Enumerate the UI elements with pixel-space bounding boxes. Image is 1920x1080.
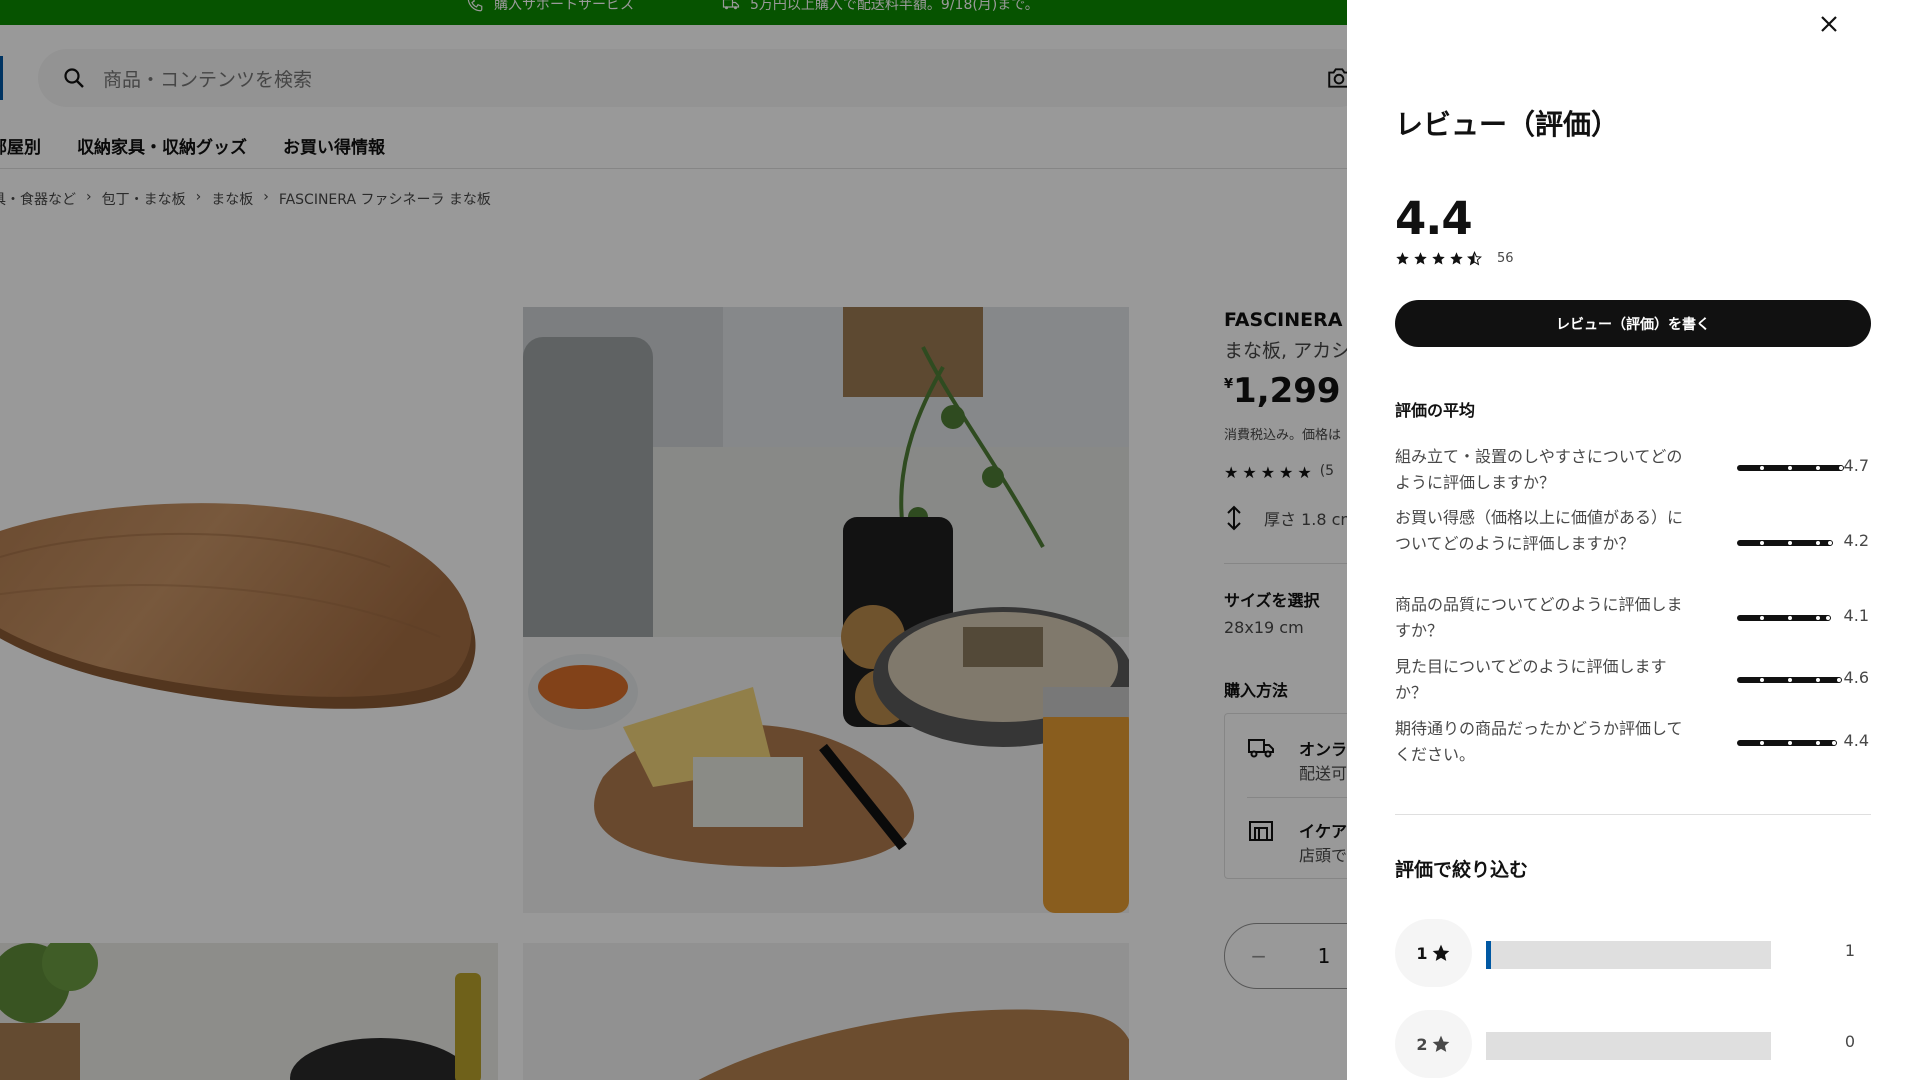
criterion-value: 4.7: [1843, 456, 1869, 475]
average-stars: 56: [1395, 251, 1514, 266]
criterion-score-bar: [1737, 740, 1837, 746]
bar-dot: [1788, 741, 1792, 745]
criterion-value: 4.6: [1843, 668, 1869, 687]
criterion-question: お買い得感（価格以上に価値がある）についてどのように評価しますか？: [1395, 508, 1684, 553]
filter-heading: 評価で絞り込む: [1395, 859, 1529, 881]
bar-dot: [1816, 466, 1820, 470]
write-review-button[interactable]: レビュー（評価）を書く: [1395, 300, 1871, 347]
average-score: 4.4: [1395, 192, 1473, 245]
star-icon: [1450, 252, 1463, 265]
criterion-question: 期待通りの商品だったかどうか評価してください。: [1395, 719, 1683, 764]
star-icon: [1432, 944, 1449, 961]
bar-dot: [1760, 678, 1764, 682]
modal-backdrop[interactable]: [0, 0, 1347, 1080]
bar-dot: [1760, 466, 1764, 470]
criterion-score-bar: [1737, 677, 1842, 683]
half-star-icon: [1467, 251, 1482, 266]
bar-dot: [1816, 678, 1820, 682]
review-count: 56: [1497, 251, 1514, 266]
bar-dot: [1816, 741, 1820, 745]
criterion-score-bar: [1737, 540, 1833, 546]
bar-dot: [1788, 678, 1792, 682]
close-icon: [1821, 16, 1837, 32]
criterion-score-bar: [1737, 615, 1831, 621]
star-filter-count: 1: [1844, 941, 1855, 960]
bar-dot: [1788, 616, 1792, 620]
averages-heading: 評価の平均: [1395, 401, 1476, 420]
criterion-value: 4.4: [1843, 731, 1869, 750]
criterion-question: 組み立て・設置のしやすさについてどのように評価しますか？: [1395, 447, 1683, 492]
criterion-value: 4.2: [1843, 531, 1869, 550]
star-filter-chip[interactable]: 1: [1395, 919, 1472, 987]
bar-dot: [1788, 541, 1792, 545]
star-filter-bar: [1486, 941, 1771, 969]
star-filter-label: 2: [1416, 1034, 1428, 1054]
star-icon: [1432, 252, 1445, 265]
star-icon: [1432, 1035, 1449, 1052]
star-filter-label: 1: [1416, 943, 1428, 963]
star-filter-count: 0: [1844, 1032, 1855, 1051]
bar-dot: [1788, 466, 1792, 470]
panel-divider: [1395, 814, 1871, 815]
star-filter-bar: [1486, 1032, 1771, 1060]
panel-title: レビュー（評価）: [1395, 108, 1620, 141]
bar-dot: [1760, 741, 1764, 745]
criterion-value: 4.1: [1843, 606, 1869, 625]
close-button[interactable]: [1809, 4, 1849, 44]
bar-dot: [1760, 616, 1764, 620]
star-filter-row[interactable]: 20: [1395, 1010, 1871, 1078]
star-icon: [1414, 252, 1427, 265]
criterion-question: 見た目についてどのように評価しますか？: [1395, 657, 1667, 702]
star-filter-bar-fill: [1486, 941, 1491, 969]
star-icon: [1396, 252, 1409, 265]
criterion-score-bar: [1737, 465, 1844, 471]
star-filter-row[interactable]: 11: [1395, 919, 1871, 987]
star-filter-chip[interactable]: 2: [1395, 1010, 1472, 1078]
reviews-panel: レビュー（評価） 4.4 56 レビュー（評価）を書く 評価の平均 組み立て・設…: [1347, 0, 1920, 1080]
bar-dot: [1816, 616, 1820, 620]
criterion-question: 商品の品質についてどのように評価しますか？: [1395, 595, 1683, 640]
bar-dot: [1760, 541, 1764, 545]
bar-dot: [1816, 541, 1820, 545]
